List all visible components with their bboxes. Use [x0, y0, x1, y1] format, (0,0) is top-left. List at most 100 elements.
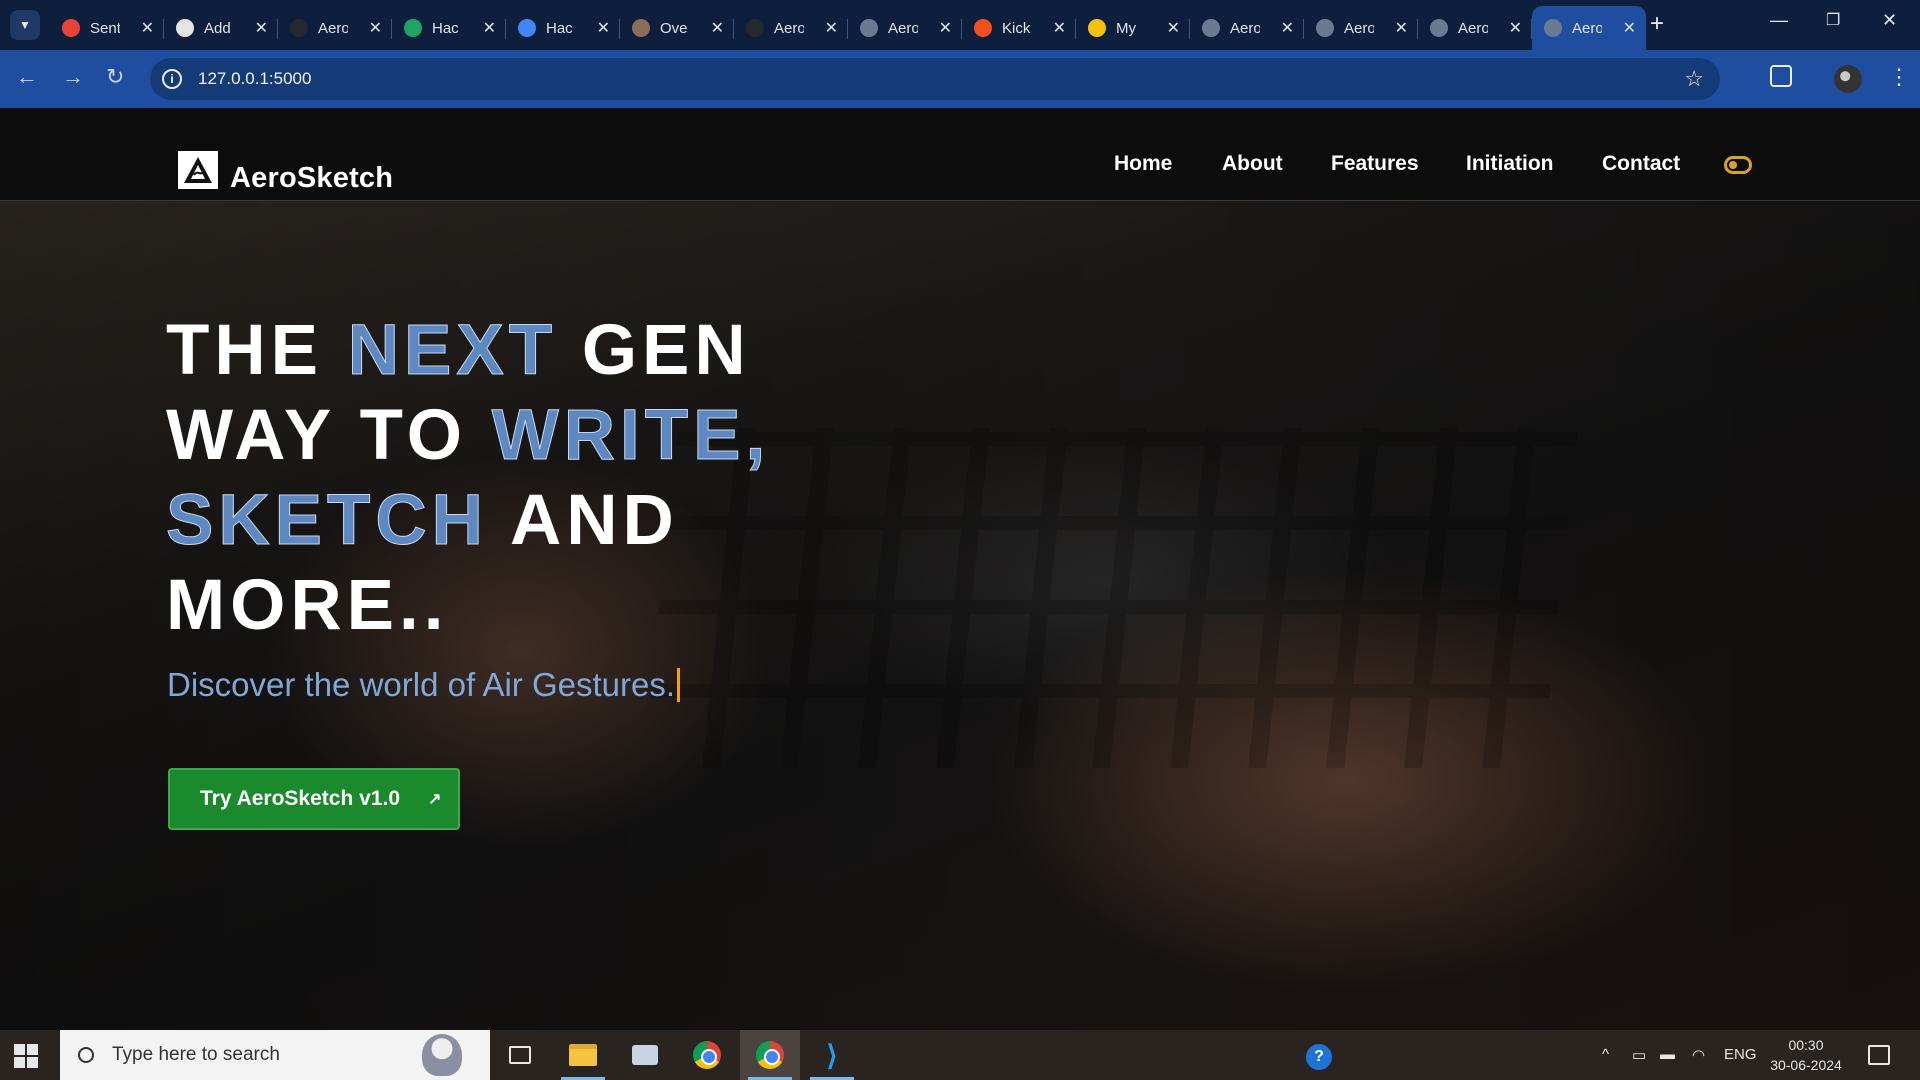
- restore-icon[interactable]: ❐: [1826, 10, 1840, 30]
- chevron-up-icon[interactable]: ^: [1602, 1046, 1609, 1063]
- close-window-icon[interactable]: ✕: [1882, 10, 1897, 31]
- reload-icon[interactable]: ↻: [106, 64, 124, 90]
- nav-link-features-label[interactable]: Features: [1331, 152, 1419, 176]
- close-tab-icon[interactable]: ✕: [711, 18, 724, 38]
- tab-title: Aero: [1572, 19, 1602, 37]
- browser-tab[interactable]: Aero ✕: [1418, 6, 1532, 50]
- system-clock[interactable]: 00:30 30-06-2024: [1768, 1035, 1844, 1075]
- nav-link-about-label[interactable]: About: [1222, 152, 1283, 176]
- address-bar[interactable]: i 127.0.0.1:5000 ☆: [150, 58, 1720, 100]
- browser-tab[interactable]: Hac ✕: [506, 6, 620, 50]
- browser-menu-icon[interactable]: ⋮: [1888, 64, 1910, 90]
- close-tab-icon[interactable]: ✕: [1623, 18, 1636, 38]
- taskbar-search-placeholder[interactable]: Type here to search: [112, 1044, 280, 1066]
- nav-link-home[interactable]: Home: [1114, 152, 1172, 176]
- close-tab-icon[interactable]: ✕: [255, 18, 268, 38]
- tab-title: Aero: [1458, 19, 1488, 37]
- minimize-icon[interactable]: —: [1770, 10, 1788, 31]
- typing-caret: [677, 668, 681, 702]
- browser-tab[interactable]: Aero ✕: [734, 6, 848, 50]
- headline-text: AND: [487, 481, 679, 560]
- extensions-icon[interactable]: [1770, 65, 1792, 87]
- clock-date: 30-06-2024: [1770, 1057, 1842, 1073]
- browser-tab[interactable]: Aero ✕: [1190, 6, 1304, 50]
- theme-toggle[interactable]: [1724, 156, 1752, 174]
- chrome-button[interactable]: [677, 1030, 737, 1080]
- nav-link-contact[interactable]: Contact: [1602, 152, 1680, 176]
- browser-tab[interactable]: Hac ✕: [392, 6, 506, 50]
- nav-link-initiation[interactable]: Initiation: [1466, 152, 1554, 176]
- mail-app-button[interactable]: [615, 1030, 675, 1080]
- close-tab-icon[interactable]: ✕: [1167, 18, 1180, 38]
- nav-link-home-label[interactable]: Home: [1114, 152, 1172, 176]
- chrome-profile-button[interactable]: [740, 1030, 800, 1080]
- new-tab-button[interactable]: +: [1650, 12, 1664, 36]
- browser-tab[interactable]: Sent ✕: [50, 6, 164, 50]
- aerosketch-logo-icon[interactable]: [178, 151, 218, 189]
- cta-label: Try AeroSketch v1.0: [200, 787, 400, 810]
- close-tab-icon[interactable]: ✕: [1053, 18, 1066, 38]
- tab-title: Aero: [318, 19, 348, 37]
- clock-time: 00:30: [1788, 1037, 1824, 1053]
- close-tab-icon[interactable]: ✕: [1395, 18, 1408, 38]
- tab-title: Ove: [660, 19, 688, 37]
- bookmark-star-icon[interactable]: ☆: [1684, 66, 1704, 92]
- chrome-icon: [693, 1041, 721, 1069]
- address-url[interactable]: 127.0.0.1:5000: [198, 69, 311, 89]
- close-tab-icon[interactable]: ✕: [939, 18, 952, 38]
- notifications-icon[interactable]: [1868, 1045, 1890, 1065]
- vscode-button[interactable]: ⟩: [802, 1030, 862, 1080]
- browser-tab[interactable]: Kick ✕: [962, 6, 1076, 50]
- headline-accent-text: SKETCH: [166, 481, 488, 561]
- close-tab-icon[interactable]: ✕: [1281, 18, 1294, 38]
- headline-text: THE: [166, 311, 348, 390]
- headline-accent-text: WRITE,: [491, 396, 771, 476]
- windows-start-icon[interactable]: [14, 1044, 38, 1068]
- device-icon[interactable]: ▭: [1632, 1046, 1646, 1064]
- hero-subtitle: Discover the world of Air Gestures.: [167, 666, 681, 704]
- browser-tab[interactable]: My ✕: [1076, 6, 1190, 50]
- try-aerosketch-button[interactable]: Try AeroSketch v1.0 ↗: [168, 768, 460, 830]
- headline-text: WAY TO: [166, 396, 492, 475]
- tab-title: Aero: [1344, 19, 1374, 37]
- browser-tab[interactable]: Aero ✕: [848, 6, 962, 50]
- close-tab-icon[interactable]: ✕: [825, 18, 838, 38]
- browser-tab[interactable]: Aero ✕: [278, 6, 392, 50]
- task-view-button[interactable]: [490, 1030, 550, 1080]
- nav-link-initiation-label[interactable]: Initiation: [1466, 152, 1554, 176]
- search-highlight-icon: [422, 1034, 462, 1076]
- taskbar-search-box[interactable]: Type here to search: [60, 1030, 490, 1080]
- site-info-icon[interactable]: i: [162, 69, 182, 89]
- forward-icon[interactable]: →: [62, 64, 84, 90]
- brand-name[interactable]: AeroSketch: [230, 162, 393, 195]
- browser-tab[interactable]: Aero ✕: [1532, 6, 1646, 50]
- nav-link-features[interactable]: Features: [1331, 152, 1419, 176]
- close-tab-icon[interactable]: ✕: [1509, 18, 1522, 38]
- headline-accent-text: NEXT: [347, 311, 558, 391]
- browser-tab[interactable]: Aero ✕: [1304, 6, 1418, 50]
- file-explorer-button[interactable]: [553, 1030, 613, 1080]
- tab-search-button[interactable]: ▼: [10, 10, 40, 40]
- nav-link-about[interactable]: About: [1222, 152, 1283, 176]
- tab-title: My: [1116, 19, 1136, 37]
- profile-avatar[interactable]: [1834, 65, 1862, 93]
- help-icon[interactable]: ?: [1306, 1044, 1332, 1070]
- language-indicator[interactable]: ENG: [1724, 1046, 1757, 1063]
- github-icon: [290, 19, 308, 37]
- notes-icon: [1088, 19, 1106, 37]
- close-tab-icon[interactable]: ✕: [597, 18, 610, 38]
- close-tab-icon[interactable]: ✕: [483, 18, 496, 38]
- tab-title: Add: [204, 19, 231, 37]
- browser-tab[interactable]: Ove ✕: [620, 6, 734, 50]
- close-tab-icon[interactable]: ✕: [141, 18, 154, 38]
- figma-icon: [974, 19, 992, 37]
- wifi-icon[interactable]: ◠: [1692, 1046, 1705, 1064]
- nav-link-contact-label[interactable]: Contact: [1602, 152, 1680, 176]
- globe-icon: [1202, 19, 1220, 37]
- battery-icon[interactable]: ▬: [1660, 1046, 1675, 1063]
- avatar-icon: [632, 19, 650, 37]
- browser-tab[interactable]: Add ✕: [164, 6, 278, 50]
- back-icon[interactable]: ←: [16, 64, 38, 90]
- gmail-icon: [62, 19, 80, 37]
- close-tab-icon[interactable]: ✕: [369, 18, 382, 38]
